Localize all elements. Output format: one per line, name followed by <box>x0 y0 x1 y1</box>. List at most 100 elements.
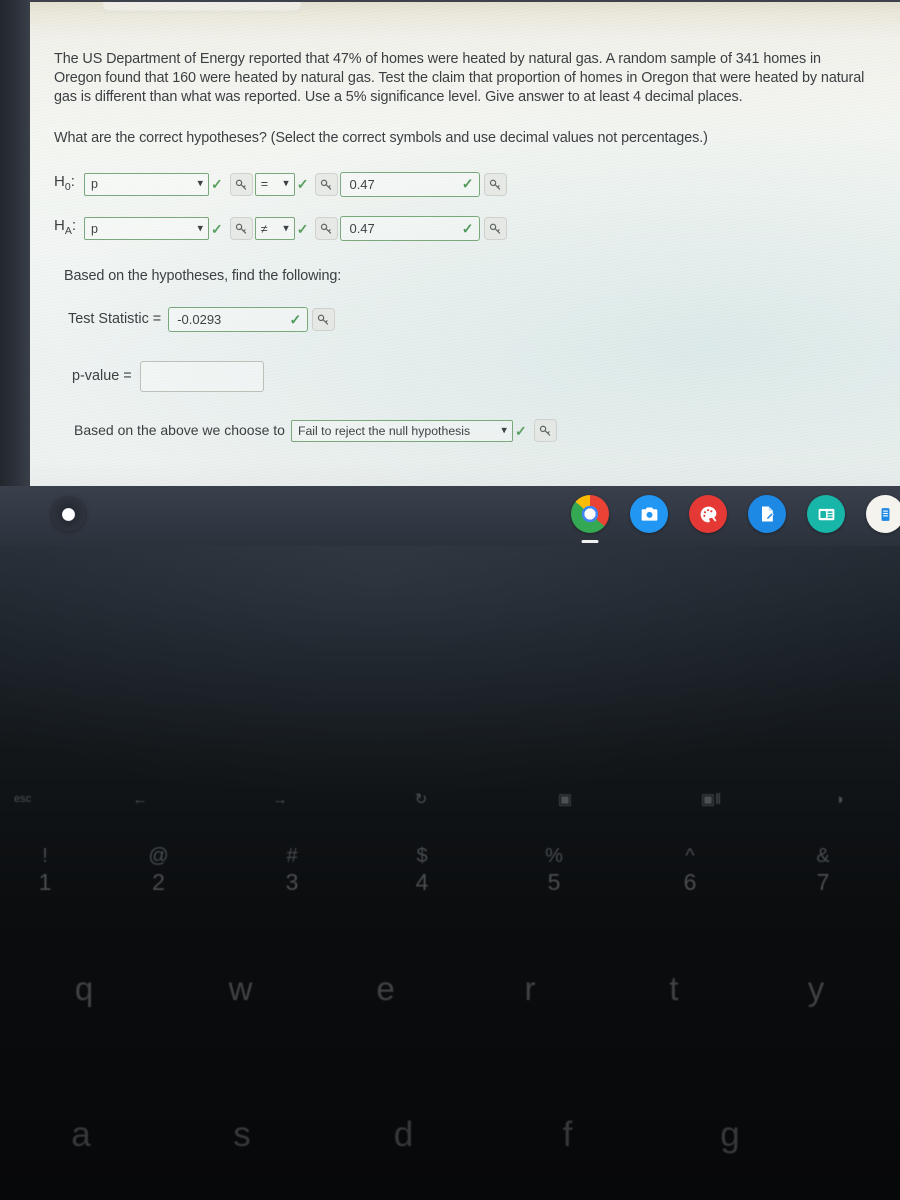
screen-bezel-left <box>0 0 30 545</box>
conclusion-valid-check: ✓ <box>514 422 527 439</box>
key-4[interactable]: $ 4 <box>357 845 487 896</box>
key-esc[interactable]: esc <box>0 793 70 805</box>
null-value-input[interactable] <box>340 171 481 197</box>
key-g[interactable]: g <box>650 1115 810 1155</box>
null-parameter-valid-check: ✓ <box>211 176 223 193</box>
chromeos-shelf <box>0 486 900 546</box>
key-2[interactable]: @ 2 <box>90 845 227 896</box>
shelf-item-slides[interactable] <box>807 495 845 533</box>
key-brightness[interactable]: ◑ <box>784 791 894 808</box>
alt-parameter-valid-check: ✓ <box>211 220 223 237</box>
alt-hypothesis-label-base: H <box>54 217 65 235</box>
key-icon[interactable] <box>229 172 253 196</box>
key-icon[interactable] <box>229 217 253 241</box>
key-3[interactable]: # 3 <box>227 845 357 896</box>
key-icon[interactable] <box>315 217 339 241</box>
laptop-photo: The US Department of Energy reported tha… <box>0 0 900 1200</box>
null-hypothesis-label-sub: 0 <box>64 180 71 193</box>
test-statistic-field-wrap: ✓ <box>168 307 309 333</box>
key-1-digit: 1 <box>38 869 52 895</box>
key-7[interactable]: & 7 <box>759 845 887 896</box>
chrome-active-indicator <box>581 539 599 543</box>
key-d[interactable]: d <box>322 1115 485 1155</box>
null-hypothesis-label: H0: <box>54 172 75 193</box>
alt-operator-select-wrap: ≠ <box>254 217 295 241</box>
hypotheses-question: What are the correct hypotheses? (Select… <box>54 129 708 146</box>
shelf-item-chrome[interactable] <box>571 495 609 543</box>
key-y[interactable]: y <box>746 970 886 1008</box>
key-r[interactable]: r <box>458 970 602 1008</box>
key-overview[interactable]: ▣‖ <box>638 790 784 808</box>
null-parameter-select[interactable]: p <box>84 172 209 196</box>
key-reload[interactable]: ↻ <box>350 790 492 808</box>
null-hypothesis-row: H0: p ✓ = ✓ <box>54 171 878 197</box>
key-back[interactable]: ← <box>70 791 210 808</box>
key-4-symbol: $ <box>416 845 428 867</box>
browser-viewport: The US Department of Energy reported tha… <box>30 2 900 486</box>
key-4-digit: 4 <box>415 869 429 895</box>
test-statistic-input[interactable] <box>168 307 309 333</box>
key-icon[interactable] <box>533 419 557 443</box>
laptop-keyboard: esc ← → ↻ ▣ ▣‖ ◑ ! 1 @ 2 # 3 $ 4 % 5 ^ 6… <box>0 770 900 1200</box>
key-7-digit: 7 <box>816 869 830 895</box>
key-e[interactable]: e <box>313 970 458 1008</box>
key-icon[interactable] <box>484 172 508 196</box>
key-f[interactable]: f <box>485 1115 650 1155</box>
shelf-app-dock <box>571 495 900 543</box>
conclusion-row: Based on the above we choose to Fail to … <box>74 419 878 443</box>
p-value-label: p-value = <box>72 368 132 385</box>
alternative-hypothesis-row: HA: p ✓ ≠ ✓ <box>54 216 878 242</box>
key-fullscreen[interactable]: ▣ <box>492 790 638 808</box>
key-t[interactable]: t <box>602 970 746 1008</box>
key-icon[interactable] <box>484 217 508 241</box>
conclusion-select-wrap: Fail to reject the null hypothesis <box>290 419 513 442</box>
shelf-item-app[interactable] <box>866 495 900 533</box>
keyboard-number-row: ! 1 @ 2 # 3 $ 4 % 5 ^ 6 & 7 <box>0 845 900 896</box>
test-statistic-row: Test Statistic = ✓ <box>68 307 878 333</box>
alt-operator-select[interactable]: ≠ <box>254 217 295 241</box>
null-operator-valid-check: ✓ <box>296 176 309 193</box>
quiz-page: The US Department of Energy reported tha… <box>30 2 900 443</box>
key-1[interactable]: ! 1 <box>0 845 90 896</box>
alt-parameter-select-wrap: p <box>84 217 209 241</box>
null-operator-select[interactable]: = <box>254 172 295 196</box>
p-value-row: p-value = <box>72 361 878 393</box>
key-6[interactable]: ^ 6 <box>621 845 759 896</box>
conclusion-label: Based on the above we choose to <box>74 422 285 439</box>
null-parameter-select-wrap: p <box>84 172 209 196</box>
alt-value-field-wrap: ✓ <box>340 216 481 242</box>
launcher-button[interactable] <box>52 498 85 531</box>
key-forward[interactable]: → <box>210 791 350 808</box>
key-5-digit: 5 <box>547 869 561 895</box>
null-operator-select-wrap: = <box>254 172 295 196</box>
problem-statement: The US Department of Energy reported tha… <box>54 51 865 106</box>
key-q[interactable]: q <box>0 970 168 1008</box>
alt-hypothesis-label-sub: A <box>64 225 72 238</box>
alt-parameter-select[interactable]: p <box>84 217 209 241</box>
shelf-item-paint[interactable] <box>689 495 727 533</box>
alt-value-input[interactable] <box>340 216 481 242</box>
keyboard-asdf-row: a s d f g <box>0 1115 900 1155</box>
conclusion-select[interactable]: Fail to reject the null hypothesis <box>290 419 513 442</box>
key-2-digit: 2 <box>152 869 165 895</box>
p-value-input[interactable] <box>139 361 264 393</box>
keyboard-qwerty-row: q w e r t y <box>0 970 900 1008</box>
key-6-digit: 6 <box>683 869 697 895</box>
key-icon[interactable] <box>312 308 336 332</box>
key-a[interactable]: a <box>0 1115 162 1155</box>
key-1-symbol: ! <box>42 845 48 867</box>
shelf-item-camera[interactable] <box>630 495 668 533</box>
key-icon[interactable] <box>315 172 339 196</box>
test-statistic-label: Test Statistic = <box>68 311 162 328</box>
key-s[interactable]: s <box>162 1115 322 1155</box>
alternative-hypothesis-label: HA: <box>54 217 77 238</box>
shelf-item-notes[interactable] <box>748 495 786 533</box>
key-w[interactable]: w <box>168 970 313 1008</box>
null-hypothesis-label-base: H <box>54 172 65 190</box>
alt-operator-valid-check: ✓ <box>296 220 309 237</box>
key-3-digit: 3 <box>285 869 299 895</box>
keyboard-function-row: esc ← → ↻ ▣ ▣‖ ◑ <box>0 790 900 809</box>
key-5[interactable]: % 5 <box>487 845 621 896</box>
key-2-symbol: @ <box>148 845 169 867</box>
key-5-symbol: % <box>545 845 563 867</box>
